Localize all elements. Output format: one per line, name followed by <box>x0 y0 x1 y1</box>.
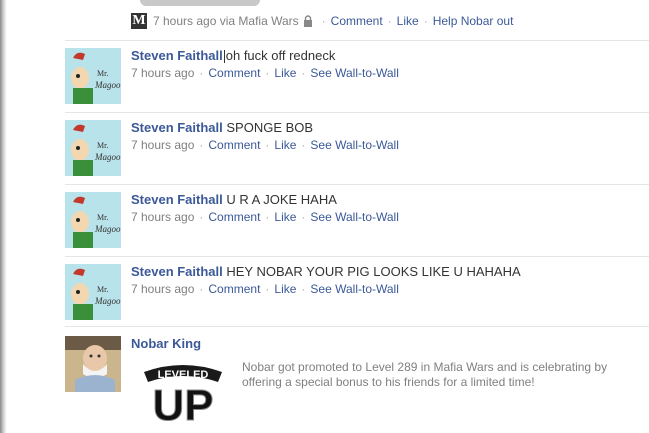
leveled-text: LEVELED <box>158 369 209 381</box>
separator-dot: · <box>265 138 270 152</box>
separator-dot: · <box>301 210 306 224</box>
divider <box>65 184 649 185</box>
svg-text:Magoo: Magoo <box>94 80 121 90</box>
like-link[interactable]: Like <box>274 210 296 224</box>
post-message: SPONGE BOB <box>226 120 314 135</box>
timestamp: 7 hours ago <box>131 138 195 152</box>
like-link[interactable]: Like <box>274 138 296 152</box>
post-message: oh fuck off redneck <box>225 48 336 63</box>
post-message: U R A JOKE HAHA <box>226 192 337 207</box>
separator-dot: · <box>387 14 392 28</box>
mr-magoo-avatar[interactable]: Mr. Magoo <box>65 192 121 248</box>
page-shadow <box>0 0 7 433</box>
svg-text:Magoo: Magoo <box>94 296 121 306</box>
svg-text:Mr.: Mr. <box>97 141 108 150</box>
wall-to-wall-link[interactable]: See Wall-to-Wall <box>310 66 398 80</box>
leveled-up-image[interactable]: LEVELED UP <box>138 354 228 424</box>
divider <box>65 40 649 41</box>
nobar-king-avatar[interactable] <box>65 336 121 392</box>
help-link[interactable]: Help Nobar out <box>433 14 514 28</box>
comment-link[interactable]: Comment <box>208 282 260 296</box>
separator-dot: · <box>301 66 306 81</box>
comment-link[interactable]: Comment <box>208 138 260 152</box>
promo-description: Nobar got promoted to Level 289 in Mafia… <box>242 360 608 389</box>
previous-item-tab <box>140 0 260 6</box>
app-story: Nobar King LEVELED UP Nobar got promoted… <box>65 336 649 433</box>
mafia-wars-icon[interactable]: M <box>131 13 147 29</box>
via-label: via <box>219 14 236 28</box>
divider <box>65 326 649 327</box>
author-name[interactable]: Steven Faithall <box>131 192 223 207</box>
separator-dot: · <box>301 282 306 296</box>
timestamp: 7 hours ago <box>131 282 195 296</box>
mr-magoo-avatar[interactable]: Mr. Magoo <box>65 120 121 176</box>
divider <box>65 112 649 113</box>
like-link[interactable]: Like <box>397 14 419 28</box>
separator-dot: · <box>199 210 204 224</box>
separator-dot: · <box>423 14 428 28</box>
svg-text:Magoo: Magoo <box>94 152 121 162</box>
lock-icon[interactable] <box>303 15 313 27</box>
separator-dot: · <box>265 282 270 296</box>
separator-dot: · <box>265 210 270 224</box>
separator-dot: · <box>265 66 270 81</box>
timestamp: 7 hours ago <box>131 210 195 224</box>
comment-link[interactable]: Comment <box>208 210 260 224</box>
author-name[interactable]: Steven Faithall <box>131 264 223 279</box>
author-name[interactable]: Steven Faithall <box>131 120 223 135</box>
wall-to-wall-link[interactable]: See Wall-to-Wall <box>310 210 398 224</box>
separator-dot: · <box>199 138 204 152</box>
comment-link[interactable]: Comment <box>208 66 260 80</box>
post-message: HEY NOBAR YOUR PIG LOOKS LIKE U HAHAHA <box>226 264 521 279</box>
svg-text:Mr.: Mr. <box>97 213 108 222</box>
like-link[interactable]: Like <box>274 282 296 296</box>
author-name[interactable]: Steven Faithall <box>131 48 223 63</box>
text-cursor <box>223 50 225 64</box>
separator-dot: · <box>301 138 306 152</box>
author-name[interactable]: Nobar King <box>131 336 201 351</box>
wall-to-wall-link[interactable]: See Wall-to-Wall <box>310 282 398 296</box>
svg-text:Mr.: Mr. <box>97 69 108 78</box>
svg-text:Magoo: Magoo <box>94 224 121 234</box>
divider <box>65 256 649 257</box>
separator-dot: · <box>321 14 326 28</box>
separator-dot: · <box>199 282 204 296</box>
mr-magoo-avatar[interactable]: Mr. Magoo <box>65 48 121 104</box>
like-link[interactable]: Like <box>274 66 296 80</box>
timestamp: 7 hours ago <box>131 66 195 81</box>
comment-link[interactable]: Comment <box>331 14 383 28</box>
timestamp: 7 hours ago <box>153 14 217 28</box>
separator-dot: · <box>199 66 204 81</box>
svg-text:Mr.: Mr. <box>97 285 108 294</box>
mr-magoo-avatar[interactable]: Mr. Magoo <box>65 264 121 320</box>
first-item-meta: M 7 hours ago via Mafia Wars · Comment ·… <box>131 12 513 30</box>
wall-to-wall-link[interactable]: See Wall-to-Wall <box>310 138 398 152</box>
up-text: UP <box>152 381 213 424</box>
app-name: Mafia Wars <box>238 14 299 28</box>
